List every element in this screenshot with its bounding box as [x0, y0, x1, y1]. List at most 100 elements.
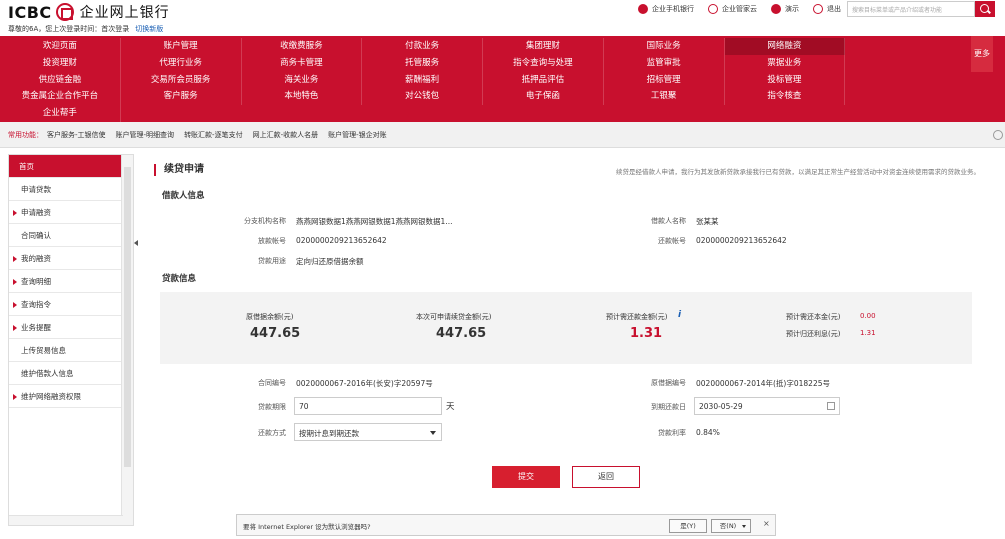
term-unit: 天	[446, 402, 455, 412]
nav-item[interactable]: 企业帮手	[0, 105, 121, 122]
close-icon[interactable]: ×	[763, 519, 770, 528]
common-item[interactable]: 客户服务-工银信使	[47, 130, 106, 140]
common-item[interactable]: 转账汇款-逐笔支付	[184, 130, 243, 140]
main-content: 续贷申请 续贷是经借款人申请，我行为其发放新贷款承接我行已有贷款，以满足其正常生…	[150, 154, 992, 539]
search-icon[interactable]	[975, 1, 995, 17]
nav-item[interactable]: 网络融资	[724, 38, 846, 55]
top-links: 企业手机银行 企业管家云 演示 退出	[638, 4, 841, 14]
collapse-sidebar-icon[interactable]	[134, 238, 140, 248]
logout-icon	[813, 4, 823, 14]
sidebar-item[interactable]: 申请融资	[9, 201, 121, 224]
mobile-bank-link[interactable]: 企业手机银行	[638, 4, 694, 14]
common-item[interactable]: 账户管理-银企对账	[328, 130, 387, 140]
nav-item[interactable]: 商务卡管理	[242, 54, 363, 72]
logout-link[interactable]: 退出	[813, 4, 841, 14]
nav-item[interactable]: 工银聚	[604, 88, 725, 106]
orig-balance-label: 原借据余额(元)	[246, 313, 294, 321]
main-nav: 欢迎页面 账户管理 收缴费服务 付款业务 集团理财 国际业务 网络融资投资理财 代理行业务 商务…	[0, 36, 1005, 122]
sidebar-item[interactable]: 查询指令	[9, 293, 121, 316]
calendar-icon[interactable]	[827, 402, 835, 410]
repay-method-select[interactable]: 按期计息到期还款	[294, 423, 442, 441]
nav-item	[845, 38, 966, 55]
sidebar-item[interactable]: 合同确认	[9, 224, 121, 247]
sidebar-item[interactable]: 上传贸易信息	[9, 339, 121, 362]
info-icon[interactable]: i	[678, 310, 681, 320]
nav-item[interactable]: 账户管理	[121, 38, 242, 55]
sidebar: 首页 申请贷款 申请融资 合同确认 我的融资 查询明细 查询指令 业务提醒 上传贸易信息 维护借款…	[8, 154, 134, 526]
nav-item[interactable]: 电子保函	[483, 88, 604, 106]
nav-item[interactable]: 投资理财	[0, 54, 121, 72]
due-date-input[interactable]: 2030-05-29	[694, 397, 840, 415]
nav-item[interactable]: 托管服务	[362, 54, 483, 72]
sidebar-item[interactable]: 查询明细	[9, 270, 121, 293]
sidebar-h-scrollbar[interactable]	[9, 515, 123, 525]
scroll-thumb[interactable]	[124, 167, 131, 467]
page-description: 续贷是经借款人申请，我行为其发放新贷款承接我行已有贷款，以满足其正常生产经营活动…	[616, 168, 980, 176]
back-button[interactable]: 返回	[572, 466, 640, 488]
cloud-link[interactable]: 企业管家云	[708, 4, 757, 14]
contract-label: 合同编号	[258, 379, 286, 387]
demo-link[interactable]: 演示	[771, 4, 799, 14]
nav-item[interactable]: 海关业务	[242, 71, 363, 89]
sidebar-item[interactable]: 我的融资	[9, 247, 121, 270]
nav-item[interactable]: 供应链金融	[0, 71, 121, 89]
due-date-value: 2030-05-29	[699, 402, 743, 411]
nav-item[interactable]: 票据业务	[725, 54, 846, 72]
sidebar-item[interactable]: 维护网络融资权限	[9, 385, 121, 408]
nav-item[interactable]: 招标管理	[604, 71, 725, 89]
nav-item[interactable]: 本地特色	[242, 88, 363, 106]
nav-item	[845, 55, 966, 72]
term-input[interactable]: 70	[294, 397, 442, 415]
common-item[interactable]: 网上汇款-收款人名册	[253, 130, 319, 140]
nav-item[interactable]: 代理行业务	[121, 54, 242, 72]
nav-item[interactable]: 欢迎页面	[0, 38, 121, 55]
sidebar-item[interactable]: 维护借款人信息	[9, 362, 121, 385]
nav-item[interactable]: 投标管理	[725, 71, 846, 89]
nav-item[interactable]: 对公钱包	[362, 88, 483, 106]
nav-item[interactable]: 客户服务	[121, 88, 242, 106]
term-label: 贷款期限	[258, 403, 286, 411]
sidebar-item[interactable]: 首页	[9, 155, 121, 178]
repay-account-label: 还款帐号	[658, 237, 686, 245]
nav-item[interactable]: 抵押品评估	[483, 71, 604, 89]
sidebar-item[interactable]: 业务提醒	[9, 316, 121, 339]
chevron-down-icon	[430, 431, 436, 435]
icbc-emblem-icon	[55, 3, 74, 21]
loan-summary-panel: 原借据余额(元) 447.65 本次可申请续贷金额(元) 447.65 预计需还…	[160, 292, 972, 364]
principal-value: 0.00	[860, 312, 876, 320]
purpose-value: 定向归还原借据余额	[296, 257, 364, 266]
common-item[interactable]: 账户管理-明细查询	[116, 130, 175, 140]
sidebar-scrollbar[interactable]	[121, 155, 133, 525]
nav-item[interactable]: 付款业务	[362, 38, 483, 55]
common-functions-bar: 常用功能： 客户服务-工银信使 账户管理-明细查询 转账汇款-逐笔支付 网上汇款…	[0, 122, 1005, 148]
icbc-logo[interactable]: ICBC 企业网上银行	[8, 2, 170, 22]
loan-section-title: 贷款信息	[162, 274, 197, 284]
nav-item[interactable]: 集团理财	[483, 38, 604, 55]
nav-item[interactable]: 指令核查	[725, 88, 846, 106]
logout-label: 退出	[827, 5, 841, 13]
add-common-icon[interactable]	[993, 130, 1003, 140]
borrower-name-value: 张某某	[696, 217, 719, 226]
common-label: 常用功能：	[8, 130, 43, 139]
receipt-value: 0020000067-2014年(抵)字018225号	[696, 379, 830, 388]
submit-button[interactable]: 提交	[492, 466, 560, 488]
nav-item[interactable]: 薪酬福利	[362, 71, 483, 89]
orig-balance-value: 447.65	[250, 326, 301, 341]
top-header: ICBC 企业网上银行 尊敬的6A，您上次登录时间：首次登录 切换新版 企业手机银…	[0, 0, 1005, 36]
purpose-label: 贷款用途	[258, 257, 286, 265]
cloud-icon	[708, 4, 718, 14]
sidebar-item[interactable]: 申请贷款	[9, 178, 121, 201]
nav-item[interactable]: 国际业务	[604, 38, 725, 55]
nav-item[interactable]: 交易所会员服务	[121, 71, 242, 89]
nav-item[interactable]: 收缴费服务	[242, 38, 363, 55]
switch-version-link[interactable]: 切换新版	[135, 25, 163, 33]
nav-item[interactable]: 监管审批	[604, 54, 725, 72]
interest-label: 预计归还利息(元)	[786, 330, 841, 338]
contract-value: 0020000067-2016年(长安)字20597号	[296, 379, 433, 388]
nav-item[interactable]: 指令查询与处理	[483, 54, 604, 72]
ie-yes-button[interactable]: 是(Y)	[669, 519, 707, 533]
nav-item[interactable]: 贵金属企业合作平台	[0, 88, 121, 106]
search-input[interactable]: 搜索目标菜单或产品介绍或者功能	[847, 1, 975, 17]
ie-no-button[interactable]: 否(N)	[711, 519, 751, 533]
more-button[interactable]: 更多	[971, 36, 993, 72]
